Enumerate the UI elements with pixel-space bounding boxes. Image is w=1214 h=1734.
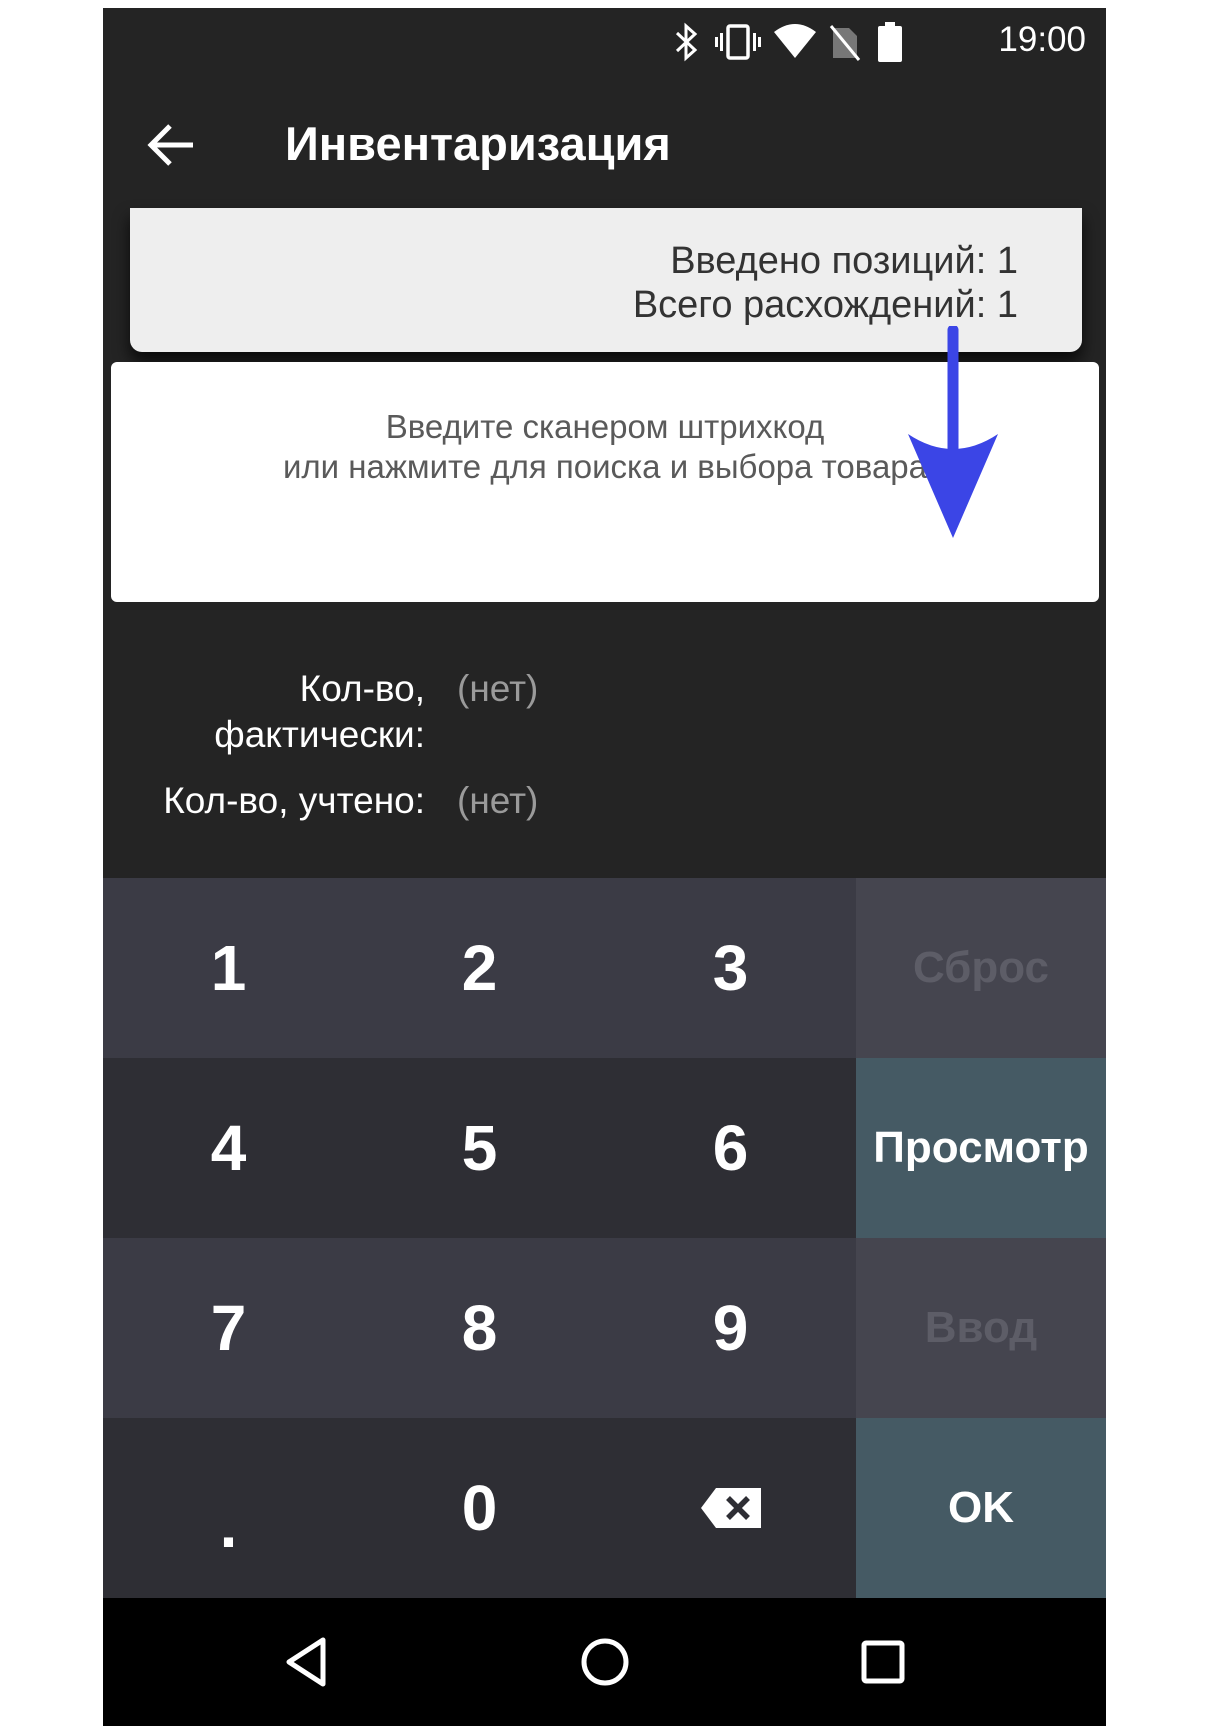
arrow-left-icon[interactable] — [145, 118, 199, 172]
enter-button[interactable]: Ввод — [856, 1238, 1106, 1418]
phone-screen: 19:00 Инвентаризация Введено позиций: 1 … — [103, 8, 1106, 1726]
key-3[interactable]: 3 — [605, 878, 856, 1058]
backspace-button[interactable] — [605, 1418, 856, 1598]
actual-quantity-value: (нет) — [457, 668, 539, 709]
key-9[interactable]: 9 — [605, 1238, 856, 1418]
app-bar: Инвентаризация — [103, 78, 1106, 212]
arrow-down-icon — [908, 326, 998, 538]
wifi-icon — [774, 24, 816, 58]
key-1[interactable]: 1 — [103, 878, 354, 1058]
page-title: Инвентаризация — [285, 117, 671, 170]
accounted-quantity-label: Кол-во, учтено: — [163, 780, 425, 821]
total-discrepancies-text: Всего расхождений: 1 — [632, 284, 1018, 326]
vibrate-icon — [715, 24, 761, 60]
actual-quantity-label-line2: фактически: — [214, 714, 425, 755]
key-8[interactable]: 8 — [354, 1238, 605, 1418]
key-decimal[interactable]: . — [103, 1418, 354, 1598]
key-7[interactable]: 7 — [103, 1238, 354, 1418]
backspace-icon — [700, 1488, 761, 1528]
actual-quantity-label: Кол-во, — [299, 668, 425, 709]
recents-square-icon[interactable] — [853, 1632, 913, 1692]
clock: 19:00 — [998, 20, 1086, 59]
navigation-bar — [103, 1598, 1106, 1726]
back-triangle-icon[interactable] — [279, 1632, 339, 1692]
status-bar: 19:00 — [103, 8, 1106, 78]
key-0[interactable]: 0 — [354, 1418, 605, 1598]
key-6[interactable]: 6 — [605, 1058, 856, 1238]
accounted-quantity-value: (нет) — [457, 780, 539, 821]
battery-icon — [878, 22, 902, 62]
entered-positions-text: Введено позиций: 1 — [670, 240, 1018, 282]
bluetooth-icon — [675, 22, 698, 62]
ok-button[interactable]: OK — [856, 1418, 1106, 1598]
key-4[interactable]: 4 — [103, 1058, 354, 1238]
numeric-keypad: 1 2 3 Сброс 4 5 6 Просмотр 7 8 9 Ввод . … — [103, 878, 1106, 1598]
no-sim-icon — [829, 25, 861, 61]
key-5[interactable]: 5 — [354, 1058, 605, 1238]
view-button[interactable]: Просмотр — [856, 1058, 1106, 1238]
reset-button[interactable]: Сброс — [856, 878, 1106, 1058]
home-circle-icon[interactable] — [575, 1632, 635, 1692]
key-2[interactable]: 2 — [354, 878, 605, 1058]
